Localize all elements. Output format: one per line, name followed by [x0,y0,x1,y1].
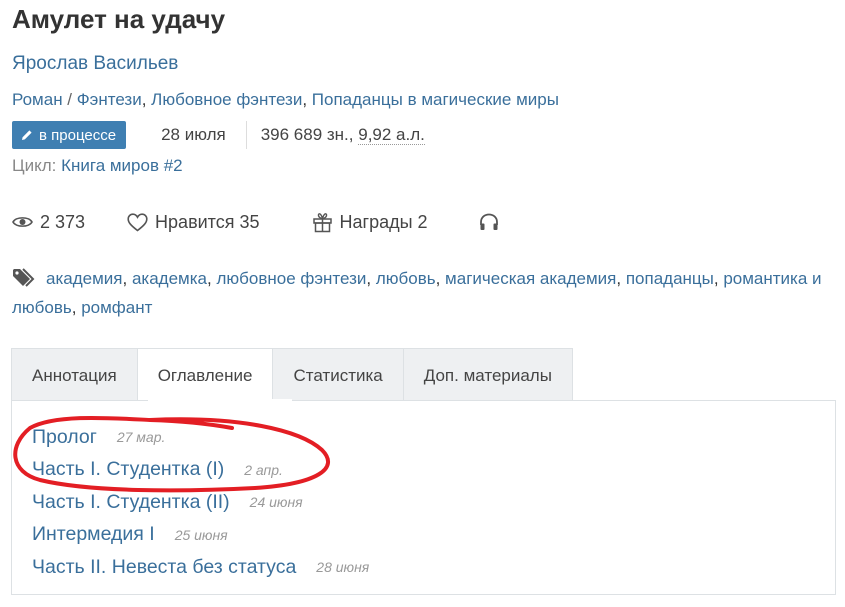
genre-separator: / [62,90,77,109]
genre-link-love-fantasy[interactable]: Любовное фэнтези [151,90,302,109]
gift-icon [312,212,332,232]
like-button[interactable]: Нравится 35 [127,211,260,233]
tag-link[interactable]: любовное фэнтези [216,269,366,288]
tab-statistics[interactable]: Статистика [272,348,403,401]
tag-link[interactable]: магическая академия [445,269,616,288]
status-label: в процессе [39,126,117,144]
awards-button[interactable]: Награды 2 [312,212,428,233]
chapter-date: 27 мар. [116,429,166,446]
toc-item: Часть I. Студентка (II) 24 июня [32,486,369,519]
tab-contents[interactable]: Оглавление [136,348,273,401]
book-size-chars: 396 689 зн., [260,125,359,144]
toc-item: Часть II. Невеста без статуса 28 июня [32,551,369,584]
headphones-icon [479,213,498,230]
tag-comma: , [71,298,82,317]
tags-icon [13,268,35,287]
tab-annotation[interactable]: Аннотация [11,348,137,401]
tag-link[interactable]: любовь [376,269,436,288]
table-of-contents: Пролог 27 мар. Часть I. Студентка (I) 2 … [32,421,369,584]
stats-row: 2 373 Нравится 35 Награды 2 [12,209,507,235]
genre-primary-link[interactable]: Роман [12,90,63,109]
audio-button[interactable] [478,212,507,232]
chapter-date: 2 апр. [244,461,283,478]
chapter-link[interactable]: Интермедия I [32,523,155,546]
tag-comma: , [435,269,446,288]
genre-link-popadancy[interactable]: Попаданцы в магические миры [312,90,559,109]
chapter-link[interactable]: Часть I. Студентка (II) [32,491,230,514]
book-meta-row: в процессе 28 июля 396 689 зн., 9,92 а.л… [12,121,425,149]
tag-link[interactable]: академка [132,269,207,288]
tag-comma: , [713,269,724,288]
cycle-link[interactable]: Книга миров #2 [61,156,183,175]
toc-item: Пролог 27 мар. [32,421,369,454]
chapter-date: 25 июня [174,526,228,543]
tag-link[interactable]: академия [46,269,122,288]
likes-label: Нравится 35 [155,211,260,232]
tag-comma: , [122,269,132,288]
tag-link[interactable]: ромфант [81,298,152,317]
genre-comma: , [302,90,312,109]
toc-item: Интермедия I 25 июня [32,519,369,552]
tab-extra-materials[interactable]: Доп. материалы [402,348,573,401]
chapter-link[interactable]: Часть II. Невеста без статуса [32,556,296,579]
book-tabs: Аннотация Оглавление Статистика Доп. мат… [11,348,573,401]
status-badge: в процессе [12,121,127,149]
pencil-icon [22,130,32,140]
genre-link-fantasy[interactable]: Фэнтези [77,90,142,109]
awards-label: Награды 2 [339,211,428,232]
cycle-label: Цикл: [12,156,62,175]
book-size: 396 689 зн., 9,92 а.л. [247,121,425,149]
publish-date: 28 июля [126,121,247,149]
eye-icon [12,217,33,227]
tag-comma: , [366,269,376,288]
chapter-date: 28 июня [316,559,370,576]
book-title: Амулет на удачу [12,4,226,34]
cycle-line: Цикл: Книга миров #2 [12,156,183,176]
author-link[interactable]: Ярослав Васильев [12,53,178,75]
tag-comma: , [616,269,626,288]
views-count: 2 373 [40,211,86,232]
chapter-link[interactable]: Часть I. Студентка (I) [32,458,224,481]
active-tab-connector [148,399,292,402]
chapter-link[interactable]: Пролог [32,426,97,449]
views-stat: 2 373 [12,212,85,233]
chapter-date: 24 июня [249,494,303,511]
toc-item: Часть I. Студентка (I) 2 апр. [32,454,369,487]
heart-icon [127,212,148,232]
genres-breadcrumb: Роман / Фэнтези, Любовное фэнтези, Попад… [12,90,559,110]
genre-comma: , [141,90,152,109]
book-size-al[interactable]: 9,92 а.л. [358,125,425,145]
tag-link[interactable]: попаданцы [626,269,714,288]
tags-list: академия, академка, любовное фэнтези, лю… [12,264,822,322]
